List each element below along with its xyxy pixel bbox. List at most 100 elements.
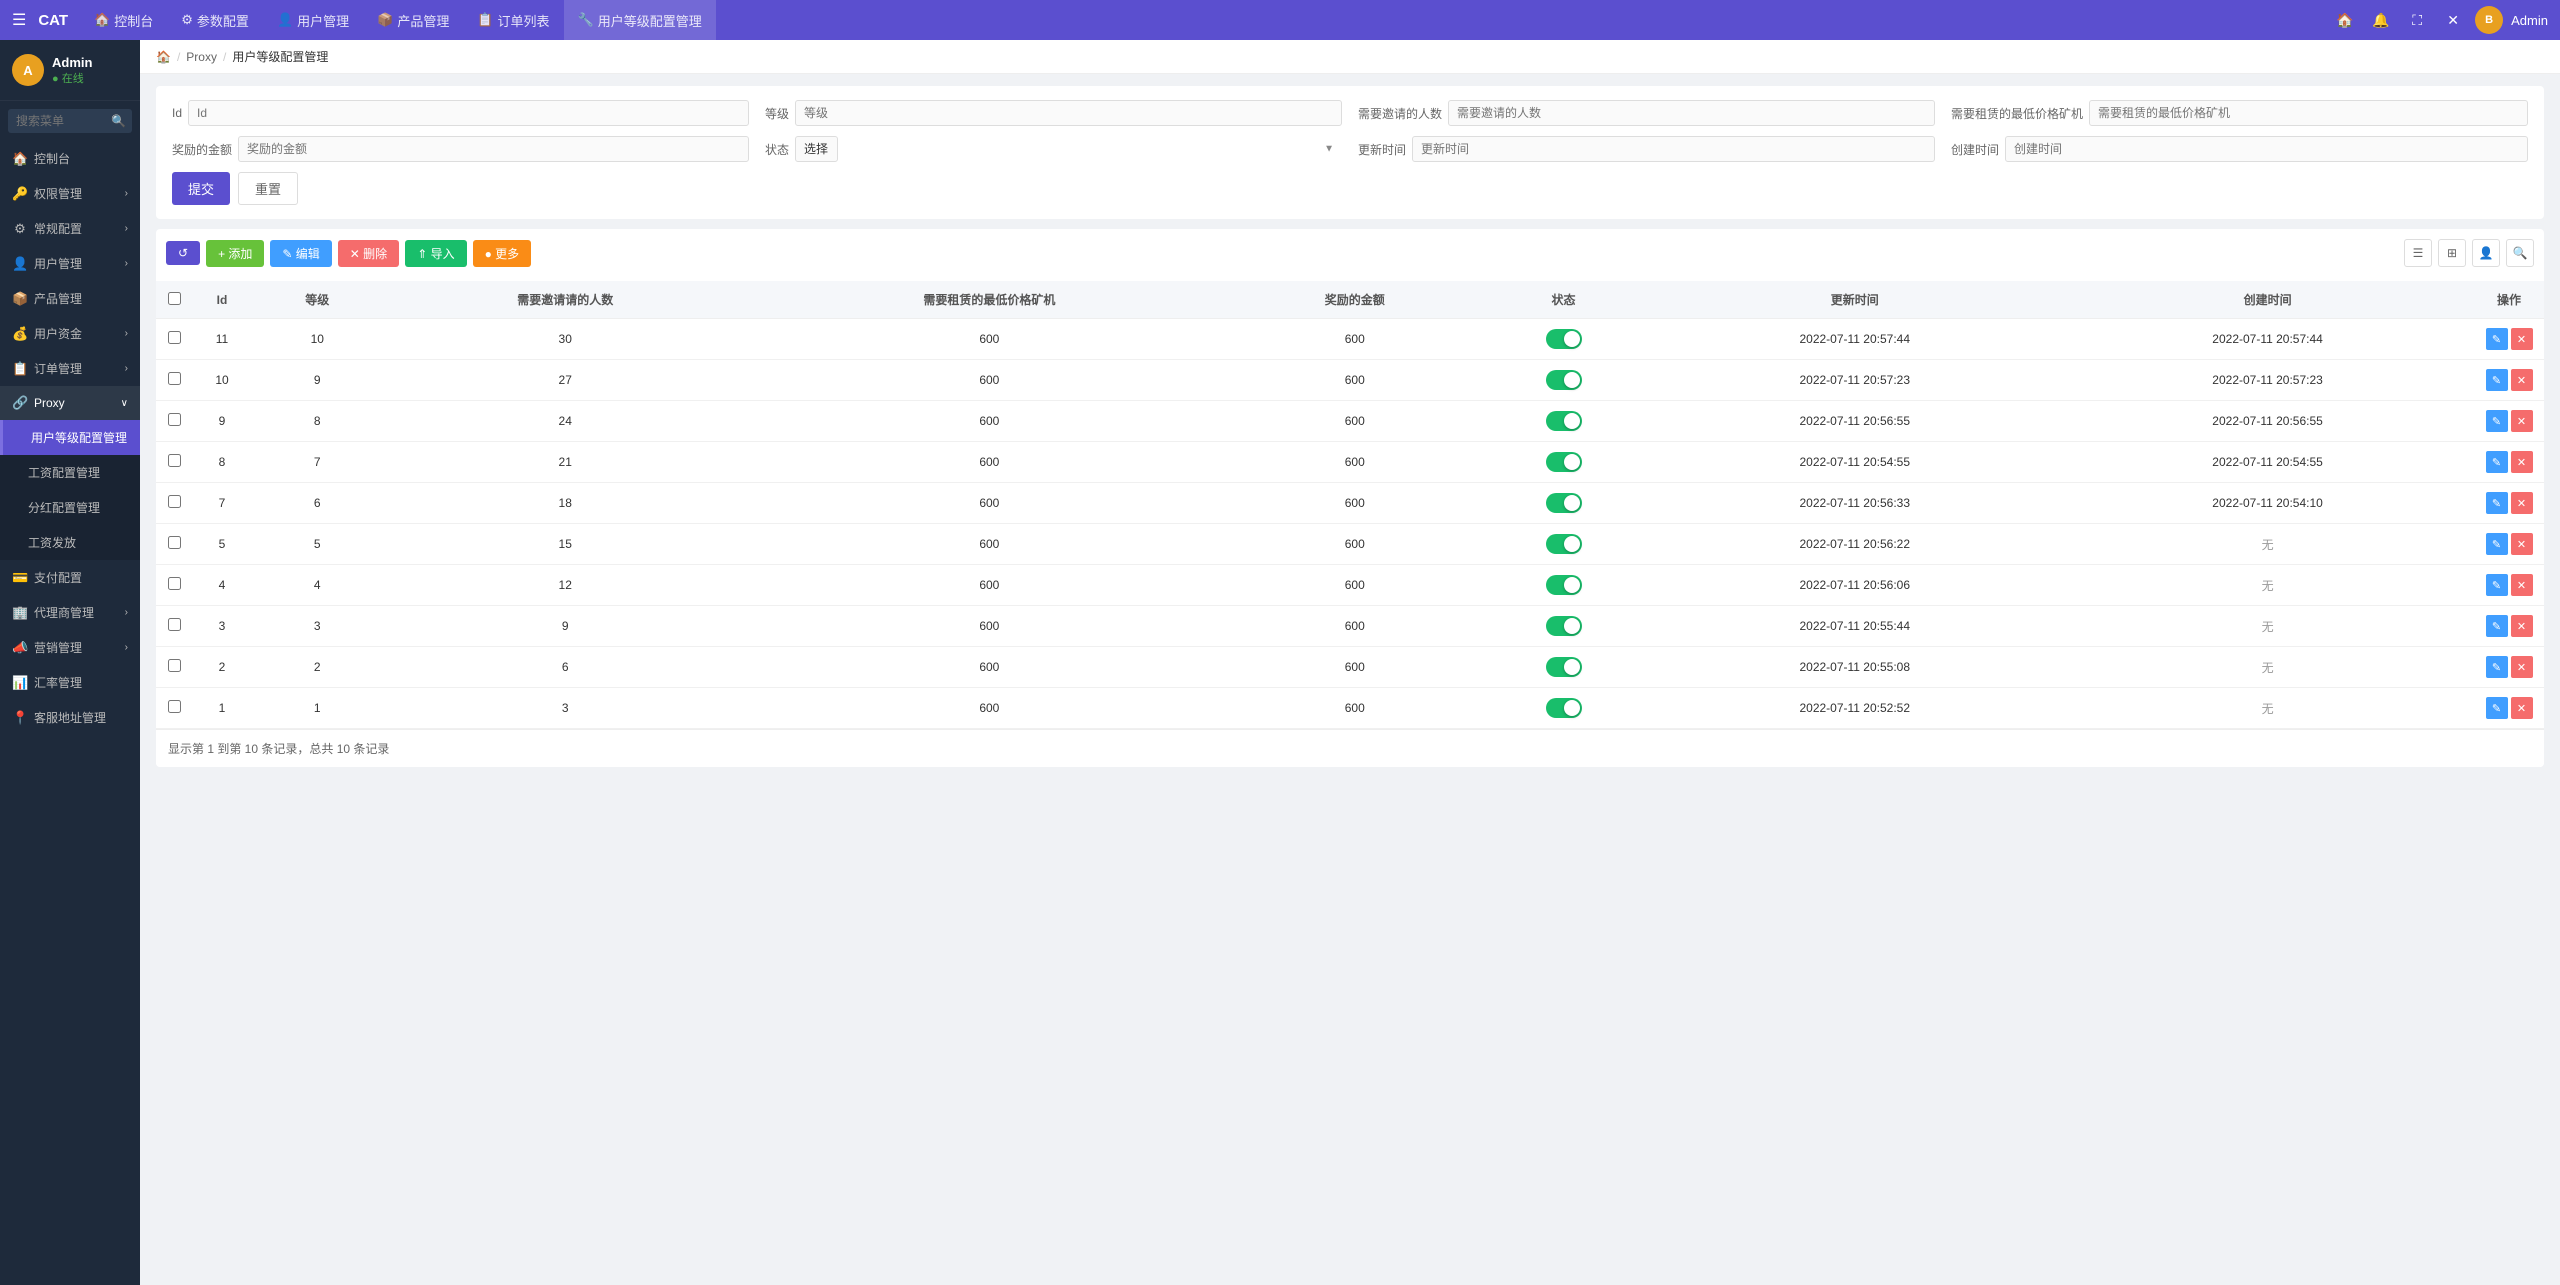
delete-row-button[interactable]: ✕ — [2511, 615, 2533, 637]
delete-button[interactable]: ✕ 删除 — [338, 240, 399, 267]
sidebar-item-distribution-config[interactable]: 分红配置管理 — [0, 490, 140, 525]
status-toggle[interactable] — [1546, 452, 1582, 472]
filter-reset-button[interactable]: 重置 — [238, 172, 298, 205]
status-toggle[interactable] — [1546, 534, 1582, 554]
sidebar-item-permission[interactable]: 🔑 权限管理 › — [0, 176, 140, 211]
delete-row-button[interactable]: ✕ — [2511, 492, 2533, 514]
search-icon[interactable]: 🔍 — [111, 114, 126, 128]
edit-row-button[interactable]: ✎ — [2486, 656, 2508, 678]
select-all-checkbox[interactable] — [168, 292, 181, 305]
filter-create-input[interactable] — [2005, 136, 2528, 162]
nav-item-users[interactable]: 👤 用户管理 — [263, 0, 363, 40]
delete-row-button[interactable]: ✕ — [2511, 451, 2533, 473]
status-toggle[interactable] — [1546, 329, 1582, 349]
close-icon[interactable]: ✕ — [2439, 6, 2467, 34]
sidebar-item-payment-config[interactable]: 💳 支付配置 — [0, 560, 140, 595]
status-toggle[interactable] — [1546, 575, 1582, 595]
refresh-button[interactable]: ↺ — [166, 241, 200, 265]
sidebar-item-user-manage[interactable]: 👤 用户管理 › — [0, 246, 140, 281]
sidebar-item-dashboard[interactable]: 🏠 控制台 — [0, 141, 140, 176]
sidebar-item-order[interactable]: 📋 订单管理 › — [0, 351, 140, 386]
filter-reward-input[interactable] — [238, 136, 749, 162]
delete-row-button[interactable]: ✕ — [2511, 328, 2533, 350]
filter-submit-button[interactable]: 提交 — [172, 172, 230, 205]
sidebar-item-user-level-config[interactable]: 用户等级配置管理 — [0, 420, 140, 455]
row-update: 2022-07-11 20:56:55 — [1648, 401, 2061, 442]
status-toggle[interactable] — [1546, 411, 1582, 431]
table-view-list-icon[interactable]: ☰ — [2404, 239, 2432, 267]
sidebar-item-marketing[interactable]: 📣 营销管理 › — [0, 630, 140, 665]
edit-row-button[interactable]: ✎ — [2486, 451, 2508, 473]
row-checkbox[interactable] — [168, 372, 181, 385]
sidebar-item-agent[interactable]: 🏢 代理商管理 › — [0, 595, 140, 630]
delete-row-button[interactable]: ✕ — [2511, 697, 2533, 719]
delete-row-button[interactable]: ✕ — [2511, 410, 2533, 432]
edit-row-button[interactable]: ✎ — [2486, 574, 2508, 596]
row-checkbox[interactable] — [168, 331, 181, 344]
table-search-icon[interactable]: 🔍 — [2506, 239, 2534, 267]
sidebar-item-normal-config[interactable]: ⚙ 常规配置 › — [0, 211, 140, 246]
sidebar-item-wage-pay[interactable]: 工资发放 — [0, 525, 140, 560]
nav-item-user-level-config[interactable]: 🔧 用户等级配置管理 — [564, 0, 716, 40]
row-checkbox[interactable] — [168, 413, 181, 426]
row-checkbox[interactable] — [168, 495, 181, 508]
filter-status-select[interactable]: 选择 启用 禁用 — [795, 136, 838, 162]
delete-row-button[interactable]: ✕ — [2511, 656, 2533, 678]
more-button[interactable]: ● 更多 — [473, 240, 532, 267]
status-toggle[interactable] — [1546, 657, 1582, 677]
edit-button[interactable]: ✎ 编辑 — [270, 240, 331, 267]
status-toggle[interactable] — [1546, 616, 1582, 636]
status-toggle[interactable] — [1546, 370, 1582, 390]
import-button[interactable]: ⇑ 导入 — [405, 240, 466, 267]
nav-right: 🏠 🔔 ⛶ ✕ B Admin — [2331, 6, 2548, 34]
row-checkbox-cell — [156, 647, 192, 688]
row-checkbox[interactable] — [168, 618, 181, 631]
sidebar-item-proxy[interactable]: 🔗 Proxy ∨ — [0, 386, 140, 420]
fullscreen-icon[interactable]: ⛶ — [2403, 6, 2431, 34]
filter-update-group: 更新时间 — [1358, 136, 1935, 162]
user-icon: 👤 — [12, 256, 28, 272]
edit-row-button[interactable]: ✎ — [2486, 410, 2508, 432]
sidebar-item-bank[interactable]: 📊 汇率管理 — [0, 665, 140, 700]
sidebar-item-customer-addr[interactable]: 📍 客服地址管理 — [0, 700, 140, 735]
filter-invite-input[interactable] — [1448, 100, 1935, 126]
nav-item-dashboard[interactable]: 🏠 控制台 — [80, 0, 167, 40]
row-checkbox[interactable] — [168, 577, 181, 590]
edit-row-button[interactable]: ✎ — [2486, 533, 2508, 555]
edit-row-button[interactable]: ✎ — [2486, 492, 2508, 514]
home-nav-icon[interactable]: 🏠 — [2331, 6, 2359, 34]
add-button[interactable]: + 添加 — [206, 240, 264, 267]
column-settings-icon[interactable]: 👤 — [2472, 239, 2500, 267]
filter-id-input[interactable] — [188, 100, 749, 126]
edit-row-button[interactable]: ✎ — [2486, 615, 2508, 637]
breadcrumb-proxy[interactable]: Proxy — [186, 50, 217, 64]
status-toggle[interactable] — [1546, 698, 1582, 718]
sidebar-item-product[interactable]: 📦 产品管理 — [0, 281, 140, 316]
row-checkbox[interactable] — [168, 659, 181, 672]
edit-row-button[interactable]: ✎ — [2486, 697, 2508, 719]
sidebar-item-worker-config[interactable]: 工资配置管理 — [0, 455, 140, 490]
table-view-grid-icon[interactable]: ⊞ — [2438, 239, 2466, 267]
nav-item-orders[interactable]: 📋 订单列表 — [463, 0, 563, 40]
money-icon: 💰 — [12, 326, 28, 342]
filter-miner-input[interactable] — [2089, 100, 2528, 126]
delete-row-button[interactable]: ✕ — [2511, 533, 2533, 555]
row-level: 10 — [252, 319, 383, 360]
nav-item-params[interactable]: ⚙ 参数配置 — [167, 0, 263, 40]
sidebar-item-user-funds[interactable]: 💰 用户资金 › — [0, 316, 140, 351]
edit-row-button[interactable]: ✎ — [2486, 328, 2508, 350]
delete-row-button[interactable]: ✕ — [2511, 574, 2533, 596]
status-toggle[interactable] — [1546, 493, 1582, 513]
delete-row-button[interactable]: ✕ — [2511, 369, 2533, 391]
row-checkbox[interactable] — [168, 536, 181, 549]
filter-level-input[interactable] — [795, 100, 1342, 126]
row-id: 7 — [192, 483, 252, 524]
breadcrumb-current: 用户等级配置管理 — [232, 48, 328, 65]
edit-row-button[interactable]: ✎ — [2486, 369, 2508, 391]
row-checkbox[interactable] — [168, 454, 181, 467]
bell-icon[interactable]: 🔔 — [2367, 6, 2395, 34]
hamburger-icon[interactable]: ☰ — [12, 10, 26, 30]
nav-item-products[interactable]: 📦 产品管理 — [363, 0, 463, 40]
row-checkbox[interactable] — [168, 700, 181, 713]
filter-update-input[interactable] — [1412, 136, 1935, 162]
